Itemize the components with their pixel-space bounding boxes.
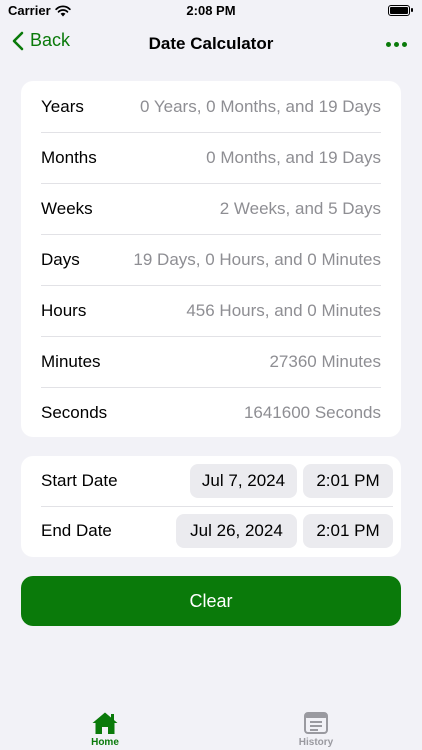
result-label: Years xyxy=(41,96,84,116)
result-row-months: Months 0 Months, and 19 Days xyxy=(21,132,401,183)
tab-history-label: History xyxy=(298,737,334,748)
page-title: Date Calculator xyxy=(148,34,274,53)
result-row-weeks: Weeks 2 Weeks, and 5 Days xyxy=(21,183,401,234)
start-date-row: Start Date Jul 7, 2024 2:01 PM xyxy=(21,456,401,506)
result-value: 2 Weeks, and 5 Days xyxy=(219,198,381,218)
result-value: 19 Days, 0 Hours, and 0 Minutes xyxy=(133,249,381,269)
end-date-row: End Date Jul 26, 2024 2:01 PM xyxy=(21,506,401,556)
result-row-minutes: Minutes 27360 Minutes xyxy=(21,336,401,387)
tab-home[interactable]: Home xyxy=(65,711,145,748)
result-row-hours: Hours 456 Hours, and 0 Minutes xyxy=(21,285,401,336)
dates-card: Start Date Jul 7, 2024 2:01 PM End Date … xyxy=(21,456,401,557)
status-bar: Carrier 2:08 PM xyxy=(0,0,422,22)
more-dots-icon xyxy=(385,41,391,47)
result-label: Minutes xyxy=(41,351,101,371)
result-row-seconds: Seconds 1641600 Seconds xyxy=(21,387,401,438)
start-date-picker[interactable]: Jul 7, 2024 xyxy=(190,464,297,498)
result-label: Seconds xyxy=(41,402,108,422)
end-time-picker[interactable]: 2:01 PM xyxy=(303,514,393,548)
end-date-label: End Date xyxy=(41,521,112,540)
result-label: Months xyxy=(41,147,97,167)
tab-home-label: Home xyxy=(91,737,119,748)
status-time: 2:08 PM xyxy=(186,3,236,18)
end-date-picker[interactable]: Jul 26, 2024 xyxy=(176,514,297,548)
result-row-years: Years 0 Years, 0 Months, and 19 Days xyxy=(21,81,401,132)
result-value: 1641600 Seconds xyxy=(243,402,381,422)
results-card: Years 0 Years, 0 Months, and 19 Days Mon… xyxy=(21,81,401,437)
result-value: 456 Hours, and 0 Minutes xyxy=(186,300,381,320)
more-options-button[interactable] xyxy=(384,32,408,56)
tab-history[interactable]: History xyxy=(276,711,356,748)
battery-icon xyxy=(388,5,413,16)
start-date-label: Start Date xyxy=(41,471,118,490)
result-label: Hours xyxy=(41,300,87,320)
result-value: 0 Months, and 19 Days xyxy=(206,147,381,167)
start-time-picker[interactable]: 2:01 PM xyxy=(303,464,393,498)
result-label: Days xyxy=(41,249,80,269)
tab-bar: Home History xyxy=(0,700,422,750)
result-label: Weeks xyxy=(41,198,93,218)
result-value: 0 Years, 0 Months, and 19 Days xyxy=(140,96,381,116)
result-row-days: Days 19 Days, 0 Hours, and 0 Minutes xyxy=(21,234,401,285)
history-icon xyxy=(304,712,328,734)
clear-button[interactable]: Clear xyxy=(21,576,401,626)
home-icon xyxy=(92,712,118,734)
navigation-bar: Back Date Calculator xyxy=(0,22,422,66)
result-value: 27360 Minutes xyxy=(269,351,381,371)
